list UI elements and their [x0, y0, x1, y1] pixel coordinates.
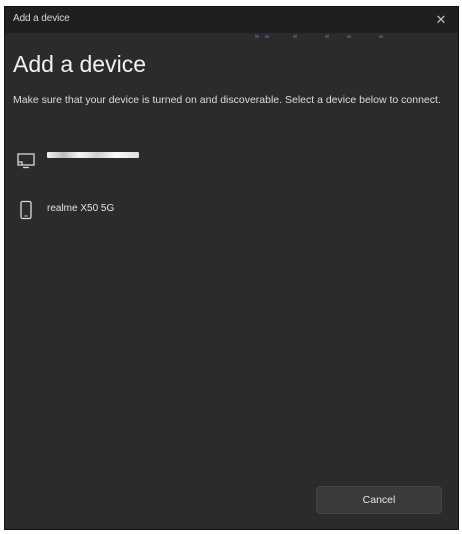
device-name: realme X50 5G [47, 203, 115, 214]
redacted-device-name [47, 152, 139, 158]
window-title: Add a device [13, 13, 70, 24]
phone-icon [20, 200, 32, 220]
monitor-icon [17, 153, 35, 169]
close-button[interactable]: ✕ [424, 7, 458, 33]
close-icon: ✕ [435, 12, 447, 27]
device-item-display[interactable] [13, 145, 453, 175]
decorative-dots [255, 35, 395, 41]
page-title: Add a device [13, 51, 146, 77]
cancel-button[interactable]: Cancel [316, 486, 442, 514]
instructions-text: Make sure that your device is turned on … [13, 94, 441, 106]
title-bar[interactable]: Add a device ✕ [5, 7, 458, 33]
add-device-dialog: Add a device ✕ Add a device Make sure th… [4, 6, 459, 530]
device-item-phone[interactable]: realme X50 5G [13, 195, 453, 225]
page: Add a device ✕ Add a device Make sure th… [0, 0, 462, 534]
